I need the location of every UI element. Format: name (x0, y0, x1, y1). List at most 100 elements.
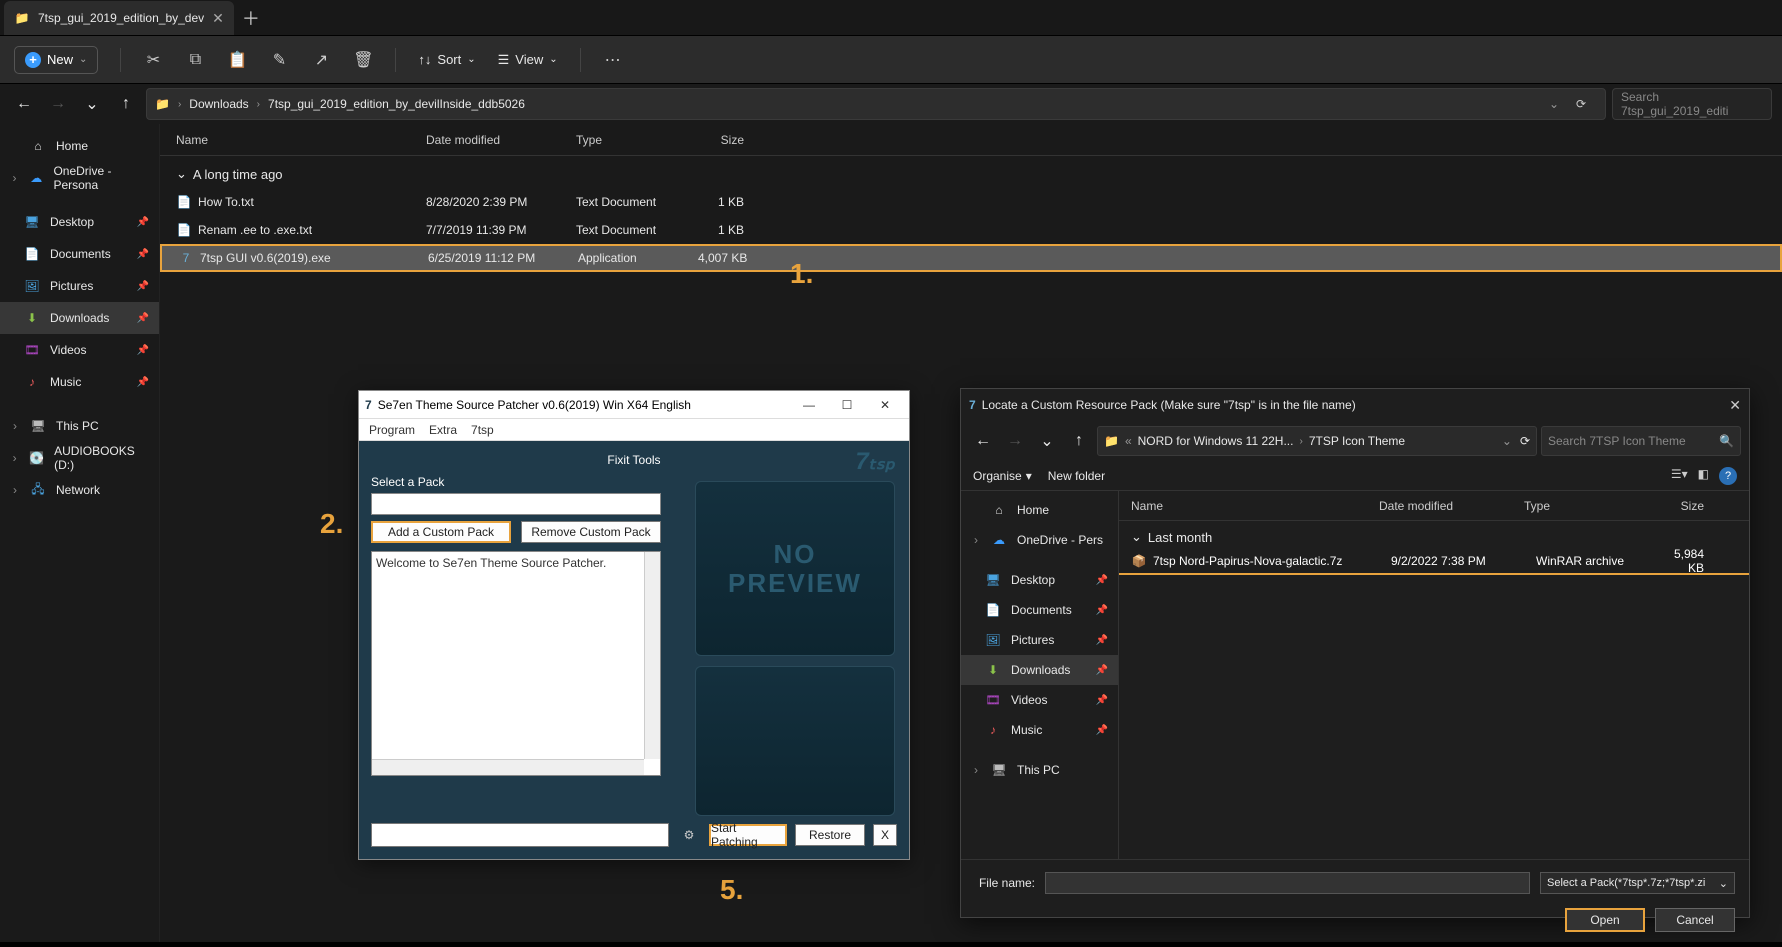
sidebar-item-home[interactable]: ⌂Home (961, 495, 1118, 525)
sidebar-item-pictures[interactable]: 🖼Pictures📌 (0, 270, 159, 302)
preview-pane-button[interactable]: ◧ (1698, 467, 1709, 485)
menu-7tsp[interactable]: 7tsp (471, 423, 494, 437)
sidebar-item-documents[interactable]: 📄Documents📌 (961, 595, 1118, 625)
pin-icon[interactable]: 📌 (137, 281, 149, 292)
add-custom-pack-button[interactable]: Add a Custom Pack (371, 521, 511, 543)
sidebar-item-music[interactable]: ♪Music📌 (961, 715, 1118, 745)
pin-icon[interactable]: 📌 (137, 313, 149, 324)
scrollbar-vertical[interactable] (644, 552, 660, 759)
file-row[interactable]: 📄How To.txt 8/28/2020 2:39 PM Text Docum… (160, 188, 1782, 216)
maximize-button[interactable]: ☐ (829, 393, 865, 417)
dialog-file-row[interactable]: 📦7tsp Nord-Papirus-Nova-galactic.7z 9/2/… (1119, 549, 1749, 575)
organize-button[interactable]: Organise ▾ (973, 469, 1032, 483)
sidebar-item-drive[interactable]: ›💽AUDIOBOOKS (D:) (0, 442, 159, 474)
delete-icon[interactable]: 🗑 (353, 50, 373, 70)
sidebar-item-videos[interactable]: 🎞Videos📌 (961, 685, 1118, 715)
view-button[interactable]: ☰ View ⌄ (498, 52, 558, 68)
col-name[interactable]: Name (160, 133, 410, 147)
col-type[interactable]: Type (1524, 499, 1644, 513)
sidebar-item-desktop[interactable]: 🖥Desktop📌 (0, 206, 159, 238)
dialog-titlebar[interactable]: 7 Locate a Custom Resource Pack (Make su… (961, 389, 1749, 421)
refresh-button[interactable]: ⟳ (1520, 434, 1530, 448)
pin-icon[interactable]: 📌 (137, 249, 149, 260)
sidebar-item-onedrive[interactable]: ›☁OneDrive - Persona (0, 162, 159, 194)
sidebar-item-videos[interactable]: 🎞Videos📌 (0, 334, 159, 366)
expand-icon[interactable]: › (10, 171, 19, 185)
copy-icon[interactable]: ⧉ (185, 50, 205, 70)
window-tab[interactable]: 📁 7tsp_gui_2019_edition_by_dev ✕ (4, 1, 234, 35)
col-name[interactable]: Name (1119, 499, 1379, 513)
breadcrumb-folder[interactable]: 7tsp_gui_2019_edition_by_devilInside_ddb… (268, 97, 525, 111)
forward-button[interactable]: → (44, 90, 72, 118)
pack-select-input[interactable] (371, 493, 661, 515)
sidebar-item-desktop[interactable]: 🖥Desktop📌 (961, 565, 1118, 595)
back-button[interactable]: ← (969, 427, 997, 455)
menu-program[interactable]: Program (369, 423, 415, 437)
forward-button[interactable]: → (1001, 427, 1029, 455)
expand-icon[interactable]: › (10, 451, 19, 465)
col-size[interactable]: Size (1644, 499, 1714, 513)
pin-icon[interactable]: 📌 (1096, 575, 1108, 586)
search-input[interactable]: Search 7tsp_gui_2019_editi (1612, 88, 1772, 120)
sidebar-item-onedrive[interactable]: ›☁OneDrive - Pers (961, 525, 1118, 555)
expand-icon[interactable]: › (971, 533, 981, 547)
help-button[interactable]: ? (1719, 467, 1737, 485)
pin-icon[interactable]: 📌 (137, 217, 149, 228)
pin-icon[interactable]: 📌 (1096, 695, 1108, 706)
add-tab-button[interactable]: ＋ (234, 1, 268, 35)
pin-icon[interactable]: 📌 (1096, 605, 1108, 616)
paste-icon[interactable]: 📋 (227, 50, 247, 70)
file-row[interactable]: 📄Renam .ee to .exe.txt 7/7/2019 11:39 PM… (160, 216, 1782, 244)
cut-icon[interactable]: ✂ (143, 50, 163, 70)
new-button[interactable]: + New ⌄ (14, 46, 98, 74)
sidebar-item-pictures[interactable]: 🖼Pictures📌 (961, 625, 1118, 655)
up-button[interactable]: ↑ (1065, 427, 1093, 455)
breadcrumb-downloads[interactable]: Downloads (189, 97, 248, 111)
file-type-dropdown[interactable]: Select a Pack(*7tsp*.7z;*7tsp*.zi⌄ (1540, 872, 1735, 894)
sidebar-item-downloads[interactable]: ⬇Downloads📌 (0, 302, 159, 334)
col-date[interactable]: Date modified (1379, 499, 1524, 513)
rename-icon[interactable]: ✎ (269, 50, 289, 70)
app-titlebar[interactable]: 7 Se7en Theme Source Patcher v0.6(2019) … (359, 391, 909, 419)
remove-custom-pack-button[interactable]: Remove Custom Pack (521, 521, 661, 543)
expand-icon[interactable]: › (10, 419, 20, 433)
menu-extra[interactable]: Extra (429, 423, 457, 437)
minimize-button[interactable]: — (791, 393, 827, 417)
dialog-path-bar[interactable]: 📁 « NORD for Windows 11 22H... › 7TSP Ic… (1097, 426, 1537, 456)
dialog-search-input[interactable]: Search 7TSP Icon Theme 🔍 (1541, 426, 1741, 456)
sidebar-item-documents[interactable]: 📄Documents📌 (0, 238, 159, 270)
close-tab-icon[interactable]: ✕ (212, 10, 224, 27)
new-folder-button[interactable]: New folder (1048, 469, 1105, 483)
up-button[interactable]: ↑ (112, 90, 140, 118)
expand-icon[interactable]: › (971, 763, 981, 777)
dialog-group-header[interactable]: ⌄Last month (1119, 521, 1749, 549)
pin-icon[interactable]: 📌 (1096, 665, 1108, 676)
group-header[interactable]: ⌄A long time ago (160, 156, 1782, 188)
col-type[interactable]: Type (560, 133, 680, 147)
file-name-input[interactable] (1045, 872, 1530, 894)
recent-button[interactable]: ⌄ (1033, 427, 1061, 455)
restore-button[interactable]: Restore (795, 824, 865, 846)
sidebar-item-thispc[interactable]: ›🖥This PC (961, 755, 1118, 785)
file-row-selected[interactable]: 77tsp GUI v0.6(2019).exe 6/25/2019 11:12… (160, 244, 1782, 272)
chevron-down-icon[interactable]: ⌄ (1549, 97, 1559, 111)
path-segment[interactable]: NORD for Windows 11 22H... (1138, 434, 1294, 448)
path-segment[interactable]: 7TSP Icon Theme (1309, 434, 1405, 448)
fixit-label[interactable]: Fixit Tools (371, 451, 897, 475)
sidebar-item-home[interactable]: ⌂Home (0, 130, 159, 162)
sidebar-item-music[interactable]: ♪Music📌 (0, 366, 159, 398)
scrollbar-horizontal[interactable] (372, 759, 644, 775)
view-mode-button[interactable]: ☰▾ (1671, 467, 1688, 485)
sort-button[interactable]: ↑↓ Sort ⌄ (418, 52, 475, 67)
recent-button[interactable]: ⌄ (78, 90, 106, 118)
col-size[interactable]: Size (680, 133, 760, 147)
close-button[interactable]: ✕ (867, 393, 903, 417)
pin-icon[interactable]: 📌 (1096, 725, 1108, 736)
share-icon[interactable]: ↗ (311, 50, 331, 70)
sidebar-item-network[interactable]: ›🖧Network (0, 474, 159, 506)
sidebar-item-thispc[interactable]: ›🖥This PC (0, 410, 159, 442)
more-icon[interactable]: ⋯ (603, 50, 623, 70)
gear-icon[interactable]: ⚙ (677, 823, 701, 847)
back-button[interactable]: ← (10, 90, 38, 118)
pin-icon[interactable]: 📌 (137, 345, 149, 356)
